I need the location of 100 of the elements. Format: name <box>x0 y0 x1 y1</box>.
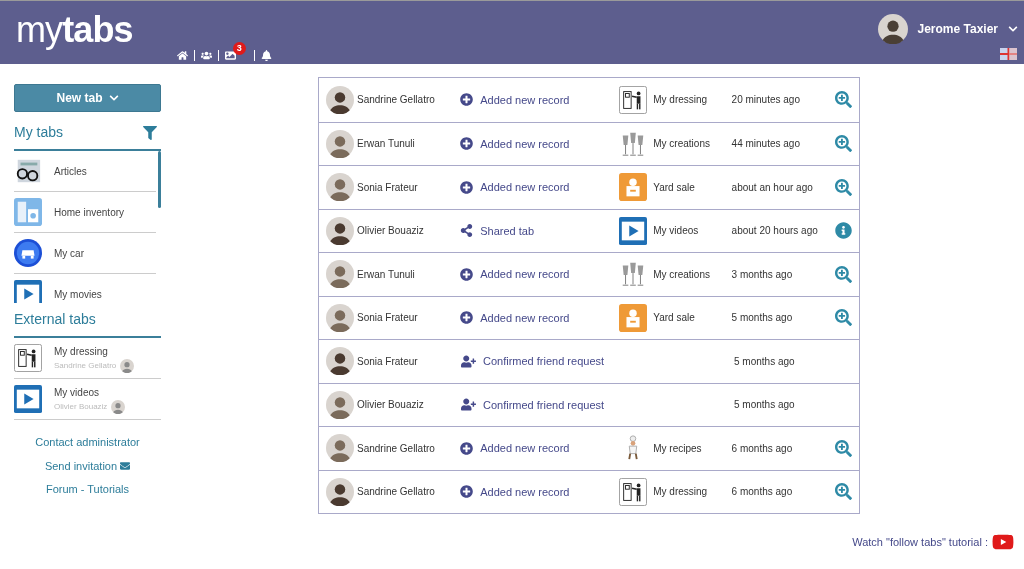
avatar-icon <box>326 173 354 202</box>
user-name[interactable]: Olivier Bouaziz <box>357 397 424 413</box>
logo[interactable]: mytabs <box>16 12 133 48</box>
tab-name[interactable]: My dressing <box>653 92 708 108</box>
tab-name: My dressing <box>54 344 109 359</box>
home-icon[interactable] <box>176 50 188 61</box>
video-play-icon <box>619 216 648 245</box>
chevron-down-icon <box>108 93 119 103</box>
user-name[interactable]: Erwan Tunuli <box>357 266 415 282</box>
tab-name[interactable]: My creations <box>653 266 710 282</box>
avatar-icon <box>877 14 908 44</box>
user-name[interactable]: Olivier Bouaziz <box>357 223 424 239</box>
avatar-icon <box>326 434 354 463</box>
timestamp: 3 months ago <box>731 267 794 282</box>
share-icon <box>460 224 474 238</box>
image-icon[interactable] <box>224 50 236 61</box>
tab-name: Articles <box>54 164 87 179</box>
avatar-icon <box>326 303 354 332</box>
info-icon[interactable] <box>835 222 852 240</box>
user-name[interactable]: Sandrine Gellatro <box>357 92 435 108</box>
zoom-in-icon[interactable] <box>835 309 852 327</box>
wardrobe-person-icon <box>619 477 648 506</box>
sidebar-link[interactable]: Send invitation <box>44 457 131 474</box>
tab-name: My videos <box>54 385 100 400</box>
owner-name: Sandrine Gellatro <box>54 359 117 372</box>
avatar-icon <box>326 129 354 158</box>
tab-name[interactable]: Yard sale <box>653 310 695 326</box>
tab-name: My car <box>54 246 84 261</box>
user-name[interactable]: Sonia Frateur <box>357 310 418 326</box>
notification-badge: 3 <box>232 42 246 55</box>
avatar-icon <box>120 358 135 373</box>
tab-name[interactable]: My videos <box>653 223 699 239</box>
chevron-down-icon[interactable] <box>1008 24 1018 34</box>
activity-description: Confirmed friend request <box>483 397 605 413</box>
activity-description: Added new record <box>480 441 570 456</box>
avatar-icon <box>326 390 354 419</box>
zoom-in-icon[interactable] <box>835 483 852 501</box>
user-name[interactable]: Jerome Taxier <box>917 20 998 38</box>
zoom-in-icon[interactable] <box>835 265 852 283</box>
user-name[interactable]: Sandrine Gellatro <box>357 484 435 500</box>
tutorial-link[interactable]: Watch "follow tabs" tutorial : <box>852 533 988 551</box>
user-name[interactable]: Sandrine Gellatro <box>357 440 435 456</box>
activity-description: Added new record <box>480 310 570 326</box>
car-icon <box>14 239 42 267</box>
activity-description: Added new record <box>480 180 570 195</box>
zoom-in-icon[interactable] <box>835 135 852 153</box>
avatar-icon <box>326 347 354 376</box>
user-name[interactable]: Sonia Frateur <box>357 179 418 195</box>
user-plus-icon <box>461 397 476 413</box>
avatar-icon <box>326 260 354 289</box>
tab-list-item[interactable]: Home inventory <box>14 192 156 233</box>
owner-name: Olivier Bouaziz <box>54 400 108 413</box>
sidebar-link[interactable]: Forum - Tutorials <box>45 481 130 498</box>
tab-name[interactable]: My recipes <box>653 440 702 456</box>
section-title: My tabs <box>14 123 63 142</box>
zoom-in-icon[interactable] <box>835 91 852 109</box>
external-tab-item[interactable]: My videos Olivier Bouaziz <box>14 379 161 420</box>
tab-name[interactable]: Yard sale <box>653 179 695 195</box>
timestamp: about an hour ago <box>731 180 814 195</box>
tab-name[interactable]: My dressing <box>653 484 708 500</box>
tab-list-item[interactable]: My movies <box>14 274 156 303</box>
avatar-icon <box>326 85 354 114</box>
tab-name: Home inventory <box>54 205 125 220</box>
wardrobe-person-icon <box>619 85 648 114</box>
timestamp: 20 minutes ago <box>731 93 801 108</box>
yard-sale-icon <box>619 173 648 202</box>
zoom-in-icon[interactable] <box>835 439 852 457</box>
activity-description: Confirmed friend request <box>483 354 605 369</box>
timestamp: 6 months ago <box>731 441 794 456</box>
yard-sale-icon <box>619 303 648 332</box>
tab-list-item[interactable]: My car <box>14 233 156 274</box>
external-tab-item[interactable]: My dressing Sandrine Gellatro <box>14 338 161 379</box>
sidebar-link[interactable]: Contact administrator <box>35 434 140 451</box>
timestamp: about 20 hours ago <box>731 224 819 239</box>
user-name[interactable]: Erwan Tunuli <box>357 136 415 152</box>
glasses-newspaper-icon <box>14 157 42 185</box>
avatar-icon <box>326 477 354 506</box>
activity-description: Added new record <box>480 484 570 500</box>
scrollbar-thumb[interactable] <box>158 151 161 208</box>
new-tab-button[interactable]: New tab <box>14 84 161 112</box>
tab-name: My movies <box>54 287 102 302</box>
flag-icon[interactable] <box>1000 48 1017 60</box>
tab-list-item[interactable]: Articles <box>14 151 156 192</box>
bell-icon[interactable] <box>260 50 272 61</box>
activity-description: Shared tab <box>480 223 535 239</box>
user-plus-icon <box>461 353 476 369</box>
filter-icon[interactable] <box>143 125 157 140</box>
activity-description: Added new record <box>480 267 570 282</box>
video-play-icon <box>14 385 42 413</box>
activity-description: Added new record <box>480 92 570 108</box>
wardrobe-person-icon <box>14 344 42 372</box>
user-name[interactable]: Sonia Frateur <box>357 353 418 369</box>
tab-name[interactable]: My creations <box>653 136 710 152</box>
timestamp: 5 months ago <box>734 398 796 413</box>
envelope-icon <box>120 460 131 471</box>
activity-description: Added new record <box>480 136 570 152</box>
zoom-in-icon[interactable] <box>835 178 852 196</box>
timestamp: 6 months ago <box>731 485 794 500</box>
users-icon[interactable] <box>200 50 212 61</box>
video-play-icon <box>14 280 42 303</box>
